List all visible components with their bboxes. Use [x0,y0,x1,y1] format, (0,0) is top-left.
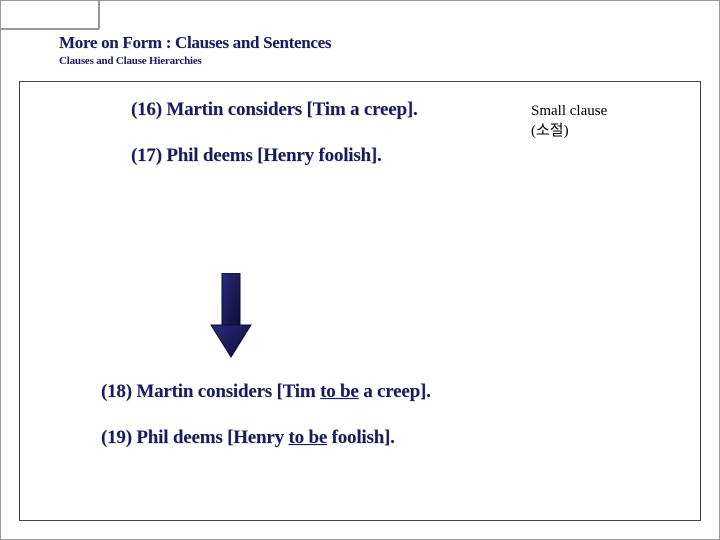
examples-bottom-group: (18) Martin considers [Tim to be a creep… [101,381,431,473]
down-arrow-icon [209,273,253,364]
example-16: (16) Martin considers [Tim a creep]. [131,99,418,121]
example-19-underline: to be [288,427,327,448]
slide-container: More on Form : Clauses and Sentences Cla… [0,0,720,540]
example-19: (19) Phil deems [Henry to be foolish]. [101,427,431,449]
slide-subtitle: Clauses and Clause Hierarchies [59,55,331,67]
example-18-underline: to be [320,381,359,402]
annotation-line1: Small clause [531,101,607,121]
example-19-post: foolish]. [327,427,395,448]
example-19-pre: (19) Phil deems [Henry [101,427,288,448]
annotation-small-clause: Small clause (소절) [531,101,607,142]
slide-title: More on Form : Clauses and Sentences [59,33,331,53]
example-18-pre: (18) Martin considers [Tim [101,381,320,402]
slide-header: More on Form : Clauses and Sentences Cla… [59,33,331,67]
example-18-post: a creep]. [359,381,431,402]
examples-top-group: (16) Martin considers [Tim a creep]. (17… [131,99,418,191]
example-18: (18) Martin considers [Tim to be a creep… [101,381,431,403]
annotation-line2: (소절) [531,121,607,141]
example-17: (17) Phil deems [Henry foolish]. [131,145,418,167]
